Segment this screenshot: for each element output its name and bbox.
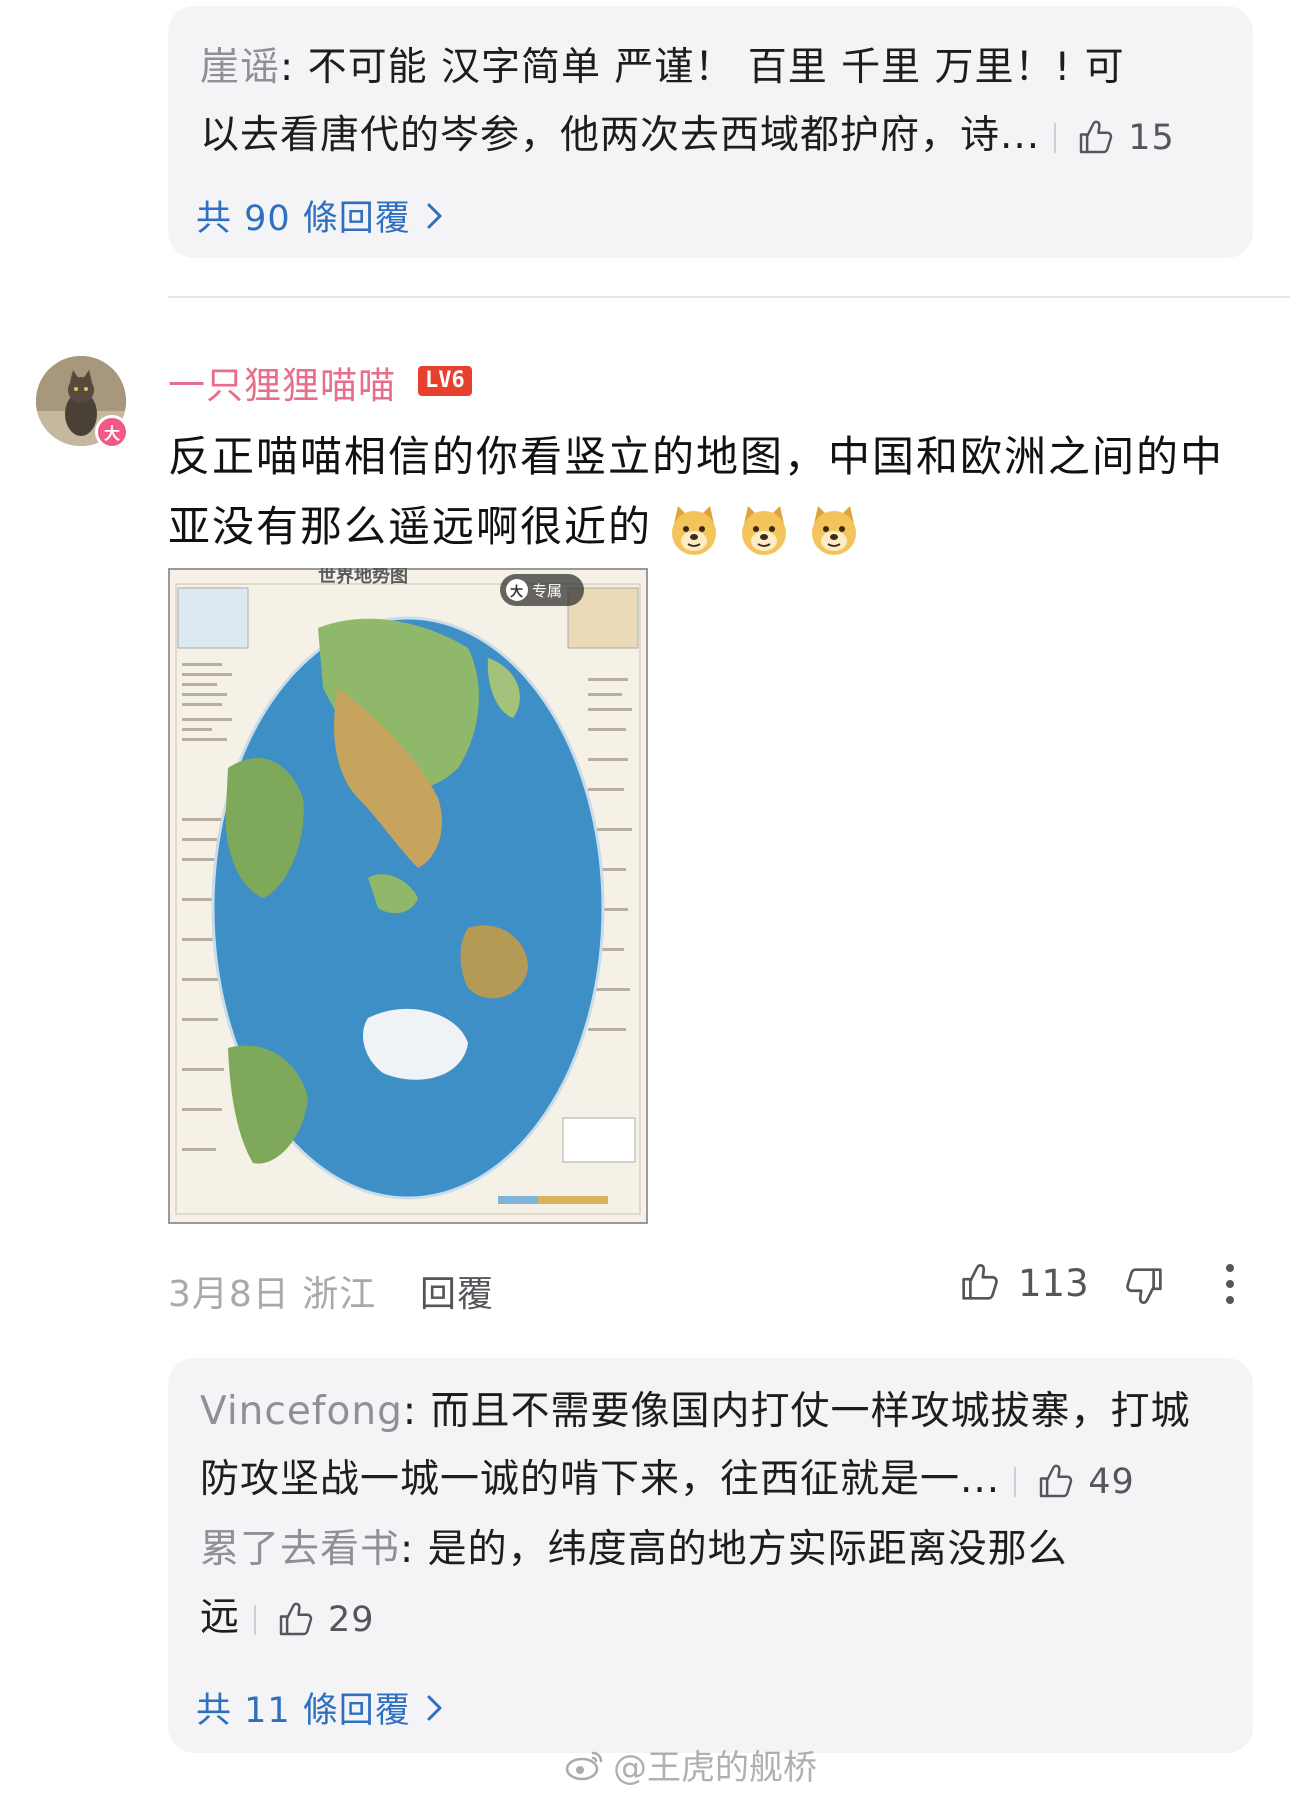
reply-username[interactable]: 崖谣: [200, 45, 280, 90]
doge-emoji-icon: [742, 505, 787, 555]
reply-text: 远: [200, 1595, 241, 1640]
badge-icon-text: 大: [510, 584, 523, 600]
divider: [1014, 1466, 1017, 1497]
like-count: 113: [1018, 1261, 1089, 1305]
thumbs-down-icon[interactable]: [1122, 1262, 1168, 1308]
exclusive-badge: 大 专属: [500, 574, 584, 606]
view-more-replies-link[interactable]: 共 90 條回覆: [196, 190, 445, 241]
reply-item-continued[interactable]: 远 29: [200, 1584, 1213, 1654]
divider: [1054, 122, 1057, 153]
badge-label: 专属: [532, 582, 562, 600]
reply-username[interactable]: Vincefong: [200, 1389, 403, 1434]
reply-item[interactable]: Vincefong: 而且不需要像国内打仗一样攻城拔寨，打城: [200, 1378, 1213, 1446]
reply-colon: :: [400, 1527, 428, 1572]
doge-emoji-icon: [812, 505, 857, 555]
thumbs-up-icon: [1039, 1464, 1073, 1497]
more-replies-label: 共 90 條回覆: [196, 199, 411, 239]
reply-like-count: 15: [1128, 117, 1175, 158]
reply-panel-bottom: Vincefong: 而且不需要像国内打仗一样攻城拔寨，打城 防攻坚战一城一诚的…: [168, 1358, 1253, 1753]
reply-like-button[interactable]: 49: [1034, 1448, 1135, 1516]
level-badge: LV6: [418, 366, 472, 396]
reply-item[interactable]: 崖谣: 不可能 汉字简单 严谨！ 百里 千里 万里！! 可: [200, 34, 1213, 102]
comment-text-line-2: 亚没有那么遥远啊很近的: [168, 492, 1258, 562]
verified-badge: 大: [95, 415, 129, 449]
comment-date-location: 3月8日 浙江: [168, 1274, 377, 1315]
watermark-text: @王虎的舰桥: [613, 1748, 817, 1788]
reply-like-button[interactable]: 15: [1074, 104, 1175, 172]
reply-username[interactable]: 累了去看书: [200, 1527, 400, 1572]
map-title: 世界地势图: [318, 568, 408, 587]
thumbs-up-icon: [962, 1263, 998, 1300]
weibo-logo-icon: [565, 1751, 603, 1780]
reply-item-continued[interactable]: 以去看唐代的岑参，他两次去西域都护府，诗... 15: [200, 102, 1213, 172]
reply-text: 防攻坚战一城一诚的啃下来，往西征就是一...: [200, 1457, 1001, 1502]
thumbs-up-icon: [279, 1602, 313, 1635]
comment-divider: [168, 296, 1290, 298]
like-button[interactable]: 113: [956, 1260, 1089, 1306]
chevron-right-icon: [427, 1695, 442, 1720]
more-options-icon[interactable]: [1220, 1258, 1240, 1310]
reply-button[interactable]: 回覆: [420, 1265, 494, 1317]
view-more-replies-link[interactable]: 共 11 條回覆: [196, 1682, 445, 1733]
comment-username[interactable]: 一只狸狸喵喵: [168, 355, 396, 409]
reply-colon: :: [280, 45, 308, 90]
comment-text-line: 反正喵喵相信的你看竖立的地图，中国和欧洲之间的中: [168, 432, 1225, 481]
divider: [254, 1604, 257, 1635]
watermark: @王虎的舰桥: [565, 1740, 817, 1789]
reply-panel-top: 崖谣: 不可能 汉字简单 严谨！ 百里 千里 万里！! 可 以去看唐代的岑参，他…: [168, 6, 1253, 258]
reply-text: 是的，纬度高的地方实际距离没那么: [427, 1527, 1068, 1572]
comment-body: 反正喵喵相信的你看竖立的地图，中国和欧洲之间的中 亚没有那么遥远啊很近的: [168, 422, 1258, 562]
reply-item[interactable]: 累了去看书: 是的，纬度高的地方实际距离没那么: [200, 1516, 1213, 1584]
comment-text-line: 亚没有那么遥远啊很近的: [168, 502, 653, 551]
thumbs-up-icon: [1079, 120, 1113, 153]
doge-emoji-icon: [672, 505, 717, 555]
reply-like-count: 49: [1088, 1461, 1135, 1502]
reply-like-button[interactable]: 29: [274, 1586, 375, 1654]
reply-like-count: 29: [328, 1599, 375, 1640]
more-replies-label: 共 11 條回覆: [196, 1691, 411, 1731]
reply-text: 而且不需要像国内打仗一样攻城拔寨，打城: [430, 1389, 1191, 1434]
world-map-image[interactable]: 世界地势图 大 专属: [166, 565, 650, 1226]
reply-colon: :: [402, 1389, 431, 1434]
reply-item-continued[interactable]: 防攻坚战一城一诚的啃下来，往西征就是一... 49: [200, 1446, 1213, 1516]
reply-text: 以去看唐代的岑参，他两次去西域都护府，诗...: [200, 113, 1041, 158]
chevron-right-icon: [427, 203, 442, 228]
reply-text: 不可能 汉字简单 严谨！ 百里 千里 万里！! 可: [307, 45, 1125, 90]
